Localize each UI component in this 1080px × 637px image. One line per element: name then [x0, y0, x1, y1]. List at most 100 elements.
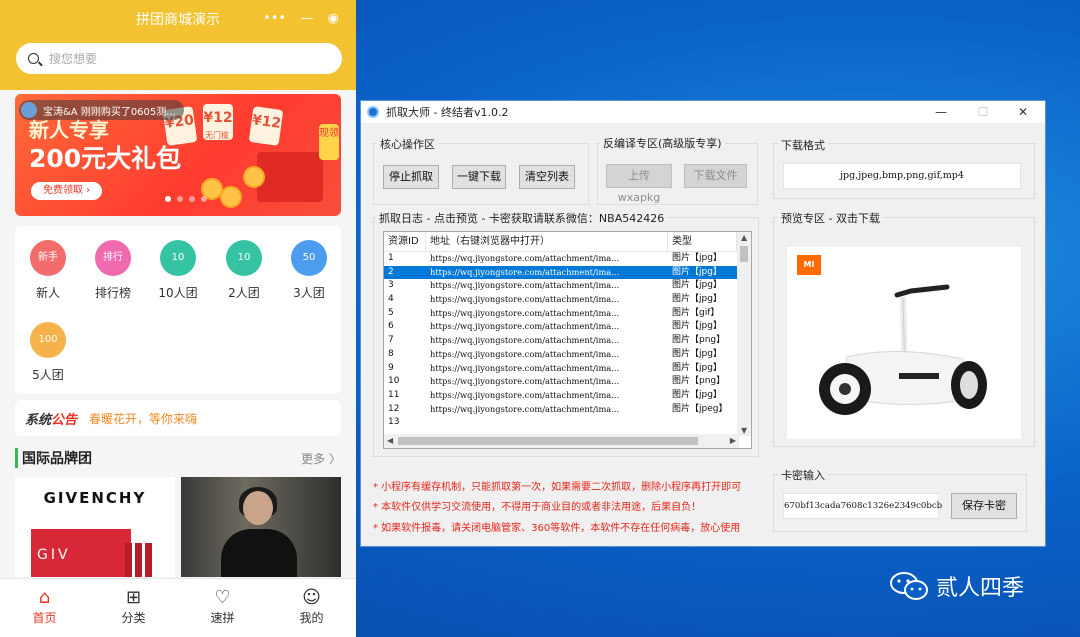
cell-url: https://wq.jiyongstore.com/attachment/im… [430, 321, 620, 332]
section-title: 国际品牌团 [15, 448, 92, 468]
cell-type: 图片【gif】 [672, 307, 720, 318]
tab-quick-group[interactable]: ♡ 速拼 [178, 579, 267, 637]
tab-mine[interactable]: ☺ 我的 [267, 579, 356, 637]
column-header-url[interactable]: 地址（右键浏览器中打开） [426, 232, 668, 251]
tab-home[interactable]: ⌂ 首页 [0, 579, 89, 637]
gift-box-image [257, 152, 323, 202]
free-claim-button[interactable]: 免费领取 › [31, 182, 103, 200]
close-button[interactable]: ✕ [1003, 101, 1043, 123]
download-all-button[interactable]: 一键下载 [452, 165, 506, 189]
table-row[interactable]: 11 https://wq.jiyongstore.com/attachment/… [384, 389, 751, 403]
notice-title: 系统公告 [25, 412, 78, 428]
watermark-text: 贰人四季 [936, 576, 1025, 601]
stop-grab-button[interactable]: 停止抓取 [383, 165, 439, 189]
download-file-button[interactable]: 下载文件 [684, 164, 747, 188]
maximize-button[interactable]: ☐ [963, 101, 1003, 123]
core-ops-label: 核心操作区 [377, 136, 438, 152]
table-row[interactable]: 13 [384, 416, 751, 430]
table-row[interactable]: 6 https://wq.jiyongstore.com/attachment/i… [384, 320, 751, 334]
column-header-id[interactable]: 资源ID [384, 232, 426, 251]
cell-type: 图片【jpg】 [672, 280, 722, 291]
clear-list-button[interactable]: 清空列表 [519, 165, 575, 189]
heart-icon: ♡ [214, 587, 231, 608]
category-newbie[interactable]: 新手 新人 [16, 240, 80, 301]
table-row[interactable]: 3 https://wq.jiyongstore.com/attachment/i… [384, 279, 751, 293]
cell-url: https://wq.jiyongstore.com/attachment/im… [430, 335, 620, 346]
tab-category[interactable]: ⊞ 分类 [89, 579, 178, 637]
app-icon [367, 106, 379, 118]
group-2-icon: 10 [226, 240, 262, 276]
brand-card-photo[interactable] [181, 477, 341, 577]
preview-label: 预览专区 - 双击下载 [778, 210, 883, 226]
category-3-group[interactable]: 50 3人团 [277, 240, 341, 301]
tip-usage: * 本软件仅供学习交流使用，不得用于商业目的或者非法用途，后果自负！ [373, 502, 702, 513]
cell-type: 图片【jpg】 [672, 266, 722, 277]
group-10-icon: 10 [160, 240, 196, 276]
format-field[interactable]: jpg,jpeg,bmp,png,gif,mp4 [783, 163, 1021, 189]
cell-type [668, 416, 737, 430]
cell-id: 8 [388, 348, 394, 359]
cell-type: 图片【jpg】 [672, 294, 722, 305]
tip-cache: * 小程序有缓存机制，只能抓取第一次，如果需要二次抓取，删除小程序再打开即可 [373, 482, 742, 493]
card-key-input[interactable]: 670bf13cada7608c1326e2349c0bcb [783, 493, 942, 519]
close-circle-icon[interactable]: ◉ [328, 11, 339, 26]
minimize-button[interactable]: — [921, 101, 961, 123]
brand-card-givenchy[interactable]: GIVENCHY GIV [15, 477, 175, 577]
title-bar[interactable]: 抓取大师 - 终结者v1.0.2 — ☐ ✕ [361, 101, 1045, 123]
cell-type: 图片【jpg】 [672, 348, 722, 359]
category-ranking[interactable]: 排行 排行榜 [81, 240, 145, 301]
preview-image[interactable]: MI [787, 247, 1021, 439]
category-10-group[interactable]: 10 10人团 [146, 240, 210, 301]
banner-headline-amount: 200元大礼包 [29, 144, 182, 173]
cell-type: 图片【png】 [672, 376, 726, 387]
search-input[interactable]: 搜您想要 [16, 43, 342, 74]
minimize-icon[interactable]: — [300, 11, 313, 26]
coupon-card: ¥12 [248, 106, 284, 146]
cell-type: 图片【jpeg】 [672, 403, 728, 414]
promo-banner[interactable]: ¥20 ¥12 ¥12 无门槛 现领 宝涛&A 刚刚购买了0605测... 新人… [15, 94, 341, 216]
cell-url: https://wq.jiyongstore.com/attachment/im… [430, 403, 620, 414]
vertical-scrollbar[interactable]: ▲ ▼ [737, 232, 751, 436]
notice-text: 春暖花开，等你来嗨 [89, 411, 198, 426]
upload-wxapkg-button[interactable]: 上传wxapkg [606, 164, 672, 204]
table-row[interactable]: 5 https://wq.jiyongstore.com/attachment/i… [384, 307, 751, 321]
cell-id: 4 [388, 294, 394, 305]
save-card-key-button[interactable]: 保存卡密 [951, 493, 1017, 519]
cell-url: https://wq.jiyongstore.com/attachment/im… [430, 307, 620, 318]
table-row[interactable]: 12 https://wq.jiyongstore.com/attachment/… [384, 403, 751, 417]
cell-type: 图片【jpg】 [672, 389, 722, 400]
system-notice[interactable]: 系统公告 春暖花开，等你来嗨 [15, 400, 341, 436]
cell-url: https://wq.jiyongstore.com/attachment/im… [430, 376, 620, 387]
category-2-group[interactable]: 10 2人团 [212, 240, 276, 301]
table-row[interactable]: 9 https://wq.jiyongstore.com/attachment/i… [384, 362, 751, 376]
cell-id: 7 [388, 335, 394, 346]
table-row[interactable]: 7 https://wq.jiyongstore.com/attachment/i… [384, 334, 751, 348]
capsule-menu[interactable]: ••• — ◉ [256, 4, 346, 32]
log-label: 抓取日志 - 点击预览 - 卡密获取请联系微信：NBA542426 [376, 210, 668, 226]
table-row[interactable]: 2 https://wq.jiyongstore.com/attachment/i… [384, 265, 751, 280]
table-row[interactable]: 1 https://wq.jiyongstore.com/attachment/i… [384, 252, 751, 266]
side-tag: 现领 [319, 124, 339, 160]
table-row[interactable]: 4 https://wq.jiyongstore.com/attachment/i… [384, 293, 751, 307]
search-placeholder: 搜您想要 [49, 52, 98, 66]
column-header-type[interactable]: 类型 [668, 232, 737, 251]
resource-list[interactable]: 资源ID 地址（右键浏览器中打开） 类型 1 https://wq.jiyongs… [383, 231, 752, 449]
more-icon[interactable]: ••• [263, 11, 286, 26]
cell-type: 图片【png】 [672, 335, 726, 346]
home-icon: ⌂ [38, 587, 51, 608]
brand-logo: GIVENCHY [43, 489, 147, 507]
window-title: 抓取大师 - 终结者v1.0.2 [386, 106, 509, 119]
scooter-illustration [819, 284, 987, 415]
group-3-icon: 50 [291, 240, 327, 276]
list-header: 资源ID 地址（右键浏览器中打开） 类型 [384, 232, 751, 252]
cell-id: 2 [388, 266, 394, 277]
table-row[interactable]: 8 https://wq.jiyongstore.com/attachment/i… [384, 348, 751, 362]
category-5-group[interactable]: 100 5人团 [16, 322, 80, 383]
search-icon [28, 53, 39, 64]
table-row[interactable]: 10 https://wq.jiyongstore.com/attachment/… [384, 375, 751, 389]
more-link[interactable]: 更多 〉 [301, 450, 341, 467]
wechat-watermark: 贰人四季 [890, 570, 1024, 602]
coupon-subtitle: 无门槛 [205, 131, 229, 140]
horizontal-scrollbar[interactable]: ◀ ▶ [384, 434, 739, 448]
cell-id: 6 [388, 321, 394, 332]
